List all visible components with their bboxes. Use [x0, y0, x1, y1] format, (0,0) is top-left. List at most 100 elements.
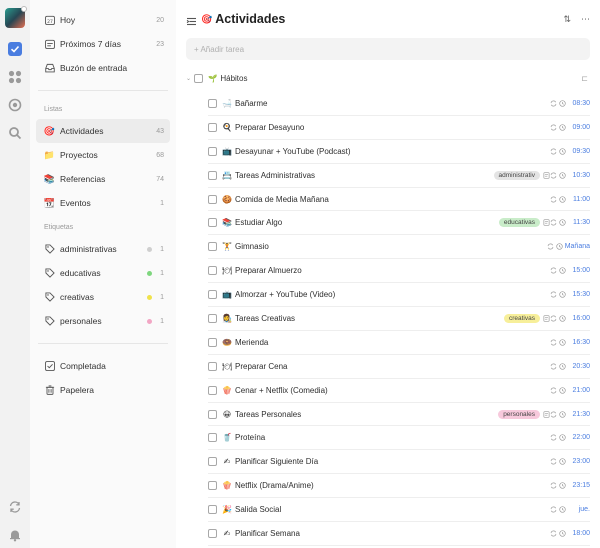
task-row[interactable]: ✍ Planificar Semana 18:00 — [208, 522, 590, 546]
sidebar-tag-administrativas[interactable]: administrativas 1 — [36, 237, 170, 261]
task-checkbox[interactable] — [208, 266, 217, 276]
task-title[interactable]: Planificar Siguiente Día — [235, 457, 550, 466]
bell-icon[interactable] — [8, 528, 22, 542]
task-title[interactable]: Merienda — [235, 338, 550, 347]
task-checkbox[interactable] — [208, 290, 217, 300]
sidebar-tag-personales[interactable]: personales 1 — [36, 309, 170, 333]
task-due-time[interactable]: 23:00 — [568, 458, 590, 465]
task-due-time[interactable]: 21:30 — [568, 411, 590, 418]
task-checkbox[interactable] — [208, 528, 217, 538]
task-title[interactable]: Comida de Media Mañana — [235, 195, 550, 204]
group-layout-icon[interactable]: ⊏ — [581, 74, 588, 83]
tasks-check-icon[interactable] — [8, 42, 22, 56]
task-row[interactable]: 🛁 Bañarme 08:30 — [208, 92, 590, 116]
task-title[interactable]: Netflix (Drama/Anime) — [235, 481, 550, 490]
task-tag[interactable]: administrativ — [493, 170, 540, 180]
task-due-time[interactable]: 11:30 — [568, 219, 590, 226]
task-due-time[interactable]: jue. — [568, 506, 590, 513]
task-due-time[interactable]: 11:00 — [568, 196, 590, 203]
sidebar-item-eventos[interactable]: 📆 Eventos 1 — [36, 191, 170, 215]
task-row[interactable]: 🥤 Proteína 22:00 — [208, 426, 590, 451]
task-title[interactable]: Tareas Administrativas — [235, 171, 494, 180]
task-due-time[interactable]: 20:30 — [568, 363, 590, 370]
task-checkbox[interactable] — [208, 146, 217, 156]
task-due-time[interactable]: 15:00 — [568, 267, 590, 274]
task-title[interactable]: Salida Social — [235, 505, 550, 514]
sidebar-item-actividades[interactable]: 🎯 Actividades 43 — [36, 119, 170, 143]
task-due-time[interactable]: Mañana — [565, 243, 590, 250]
task-tag[interactable]: personales — [498, 409, 540, 419]
task-row[interactable]: 🍽 Preparar Almuerzo 15:00 — [208, 259, 590, 284]
task-due-time[interactable]: 22:00 — [568, 434, 590, 441]
task-title[interactable]: Preparar Almuerzo — [235, 266, 550, 275]
group-checkbox[interactable] — [194, 73, 203, 83]
task-checkbox[interactable] — [208, 505, 217, 515]
more-options-icon[interactable]: ⋯ — [581, 14, 590, 25]
task-due-time[interactable]: 10:30 — [568, 172, 590, 179]
collapse-sidebar-icon[interactable] — [186, 14, 197, 25]
task-checkbox[interactable] — [208, 361, 217, 371]
task-title[interactable]: Gimnasio — [235, 242, 547, 251]
sync-icon[interactable] — [8, 500, 22, 514]
grid-icon[interactable] — [8, 70, 22, 84]
task-tag[interactable]: educativas — [498, 218, 540, 228]
task-row[interactable]: 👩‍🎨 Tareas Creativas creativas 16:00 — [208, 307, 590, 331]
task-checkbox[interactable] — [208, 218, 217, 228]
chevron-down-icon[interactable]: ⌄ — [186, 75, 194, 82]
task-row[interactable]: 🍪 Comida de Media Mañana 11:00 — [208, 188, 590, 212]
task-title[interactable]: Estudiar Algo — [235, 218, 499, 227]
sort-icon[interactable]: ⇅ — [563, 14, 571, 25]
task-checkbox[interactable] — [208, 98, 217, 108]
task-due-time[interactable]: 23:15 — [568, 482, 590, 489]
search-icon[interactable] — [8, 126, 22, 140]
sidebar-tag-educativas[interactable]: educativas 1 — [36, 261, 170, 285]
task-due-time[interactable]: 18:00 — [568, 530, 590, 537]
task-checkbox[interactable] — [208, 122, 217, 132]
task-checkbox[interactable] — [208, 385, 217, 395]
task-due-time[interactable]: 21:00 — [568, 387, 590, 394]
task-checkbox[interactable] — [208, 194, 217, 204]
task-row[interactable]: 🍿 Netflix (Drama/Anime) 23:15 — [208, 474, 590, 499]
task-title[interactable]: Proteína — [235, 433, 550, 442]
task-checkbox[interactable] — [208, 433, 217, 443]
task-title[interactable]: Preparar Cena — [235, 362, 550, 371]
sidebar-item-proximos-7-dias[interactable]: Próximos 7 días 23 — [36, 32, 170, 56]
task-checkbox[interactable] — [208, 337, 217, 347]
sidebar-item-buzon[interactable]: Buzón de entrada — [36, 56, 170, 80]
sidebar-item-completada[interactable]: Completada — [36, 354, 170, 378]
task-row[interactable]: 🍿 Cenar + Netflix (Comedia) 21:00 — [208, 379, 590, 403]
task-checkbox[interactable] — [208, 409, 217, 419]
task-row[interactable]: 📺 Desayunar + YouTube (Podcast) 09:30 — [208, 140, 590, 164]
sidebar-item-proyectos[interactable]: 📁 Proyectos 68 — [36, 143, 170, 167]
task-due-time[interactable]: 09:30 — [568, 148, 590, 155]
focus-timer-icon[interactable] — [8, 98, 22, 112]
task-checkbox[interactable] — [208, 170, 217, 180]
task-checkbox[interactable] — [208, 313, 217, 323]
group-header-habitos[interactable]: ⌄ 🌱 Hábitos ⊏ — [186, 64, 590, 92]
task-due-time[interactable]: 16:30 — [568, 339, 590, 346]
task-checkbox[interactable] — [208, 481, 217, 491]
task-row[interactable]: ✍ Planificar Siguiente Día 23:00 — [208, 450, 590, 475]
task-row[interactable]: 📚 Estudiar Algo educativas 11:30 — [208, 211, 590, 236]
task-row[interactable]: 🍳 Preparar Desayuno 09:00 — [208, 116, 590, 140]
task-title[interactable]: Desayunar + YouTube (Podcast) — [235, 147, 550, 156]
task-due-time[interactable]: 15:30 — [568, 291, 590, 298]
sidebar-item-referencias[interactable]: 📚 Referencias 74 — [36, 167, 170, 191]
task-title[interactable]: Tareas Creativas — [235, 314, 504, 323]
task-title[interactable]: Bañarme — [235, 99, 550, 108]
task-row[interactable]: 🏋 Gimnasio Mañana — [208, 235, 590, 260]
task-title[interactable]: Tareas Personales — [235, 410, 498, 419]
task-title[interactable]: Preparar Desayuno — [235, 123, 550, 132]
task-title[interactable]: Planificar Semana — [235, 529, 550, 538]
task-row[interactable]: 🍽 Preparar Cena 20:30 — [208, 355, 590, 379]
task-row[interactable]: 🍩 Merienda 16:30 — [208, 331, 590, 355]
task-due-time[interactable]: 08:30 — [568, 100, 590, 107]
task-due-time[interactable]: 09:00 — [568, 124, 590, 131]
task-checkbox[interactable] — [208, 457, 217, 467]
sidebar-item-papelera[interactable]: Papelera — [36, 378, 170, 402]
task-title[interactable]: Cenar + Netflix (Comedia) — [235, 386, 550, 395]
task-row[interactable]: 📇 Tareas Administrativas administrativ 10:3… — [208, 164, 590, 188]
sidebar-item-hoy[interactable]: 27 Hoy 20 — [36, 8, 170, 32]
add-task-input[interactable]: + Añadir tarea — [186, 38, 590, 60]
task-row[interactable]: 🎉 Salida Social jue. — [208, 498, 590, 523]
